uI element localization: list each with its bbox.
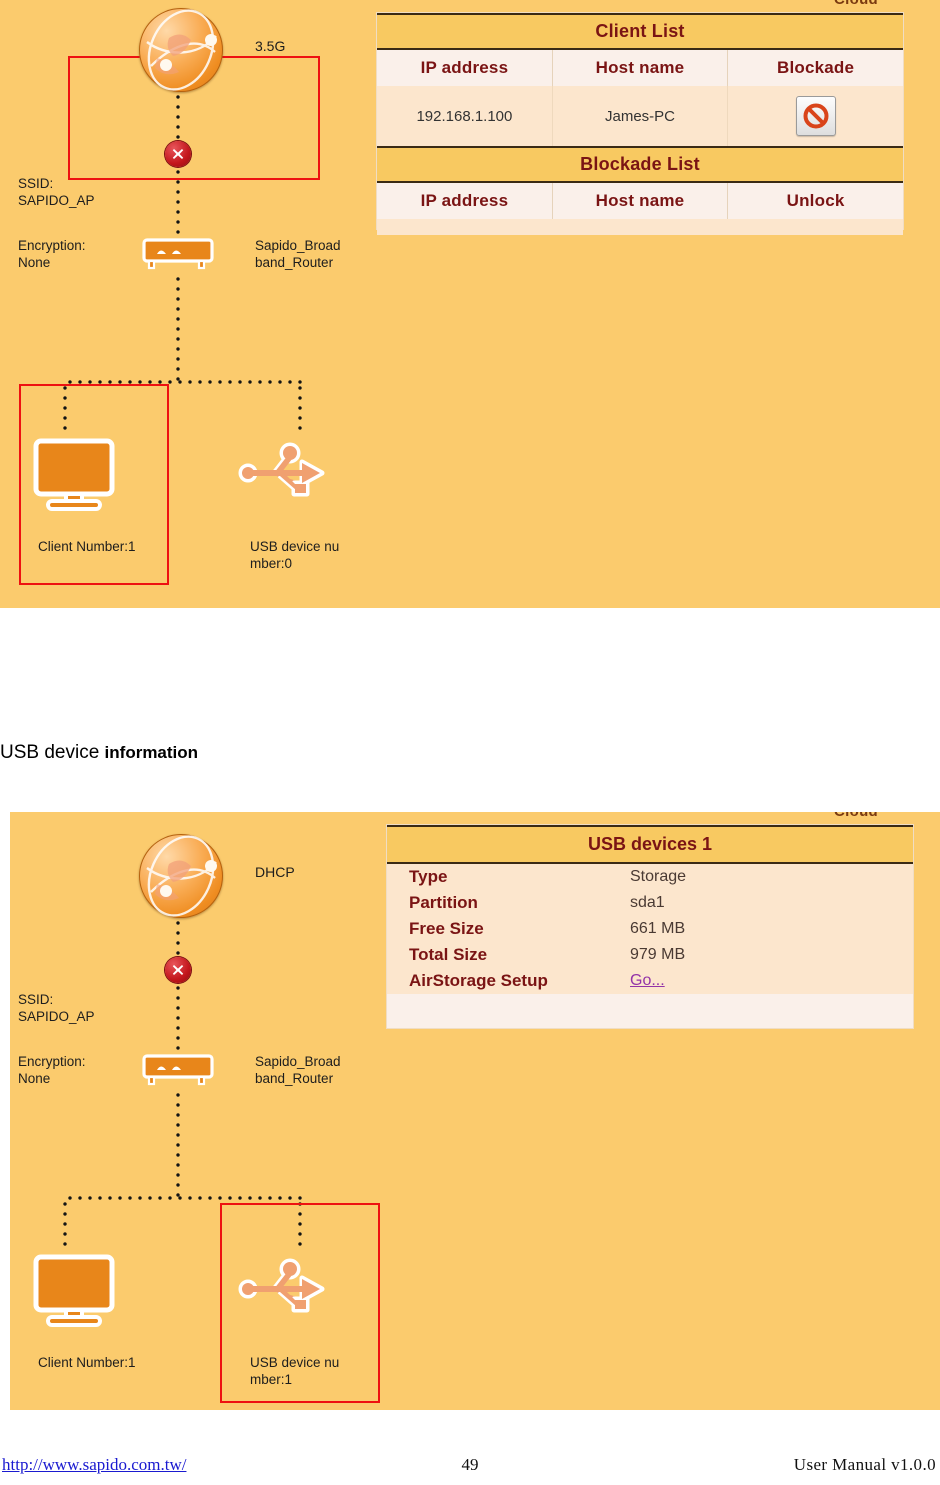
blockade-list-title: Blockade List	[377, 146, 903, 183]
caption-regular: USB device	[0, 742, 105, 763]
router-icon	[141, 1054, 215, 1088]
router-name-label: Sapido_Broad band_Router	[255, 1054, 341, 1086]
client-list-card: Client List IP address Host name Blockad…	[376, 12, 904, 235]
client-list-title: Client List	[377, 13, 903, 50]
network-topology-panel-two: Cloud DHCP SSID: SAPIDO_AP Encryption: N…	[10, 812, 940, 1410]
usb-value-partition: sda1	[624, 890, 913, 916]
router-name-label: Sapido_Broad band_Router	[255, 238, 341, 270]
client-number-label: Client Number:1	[38, 539, 136, 554]
usb-field-row: Partition sda1	[387, 890, 913, 916]
client-list-table: Client List IP address Host name Blockad…	[377, 13, 903, 235]
client-monitor-icon	[32, 437, 116, 517]
table-row: 192.168.1.100 James-PC	[377, 86, 903, 147]
usb-key-airstorage-setup: AirStorage Setup	[387, 968, 624, 994]
link-router-to-bus	[175, 1090, 181, 1200]
usb-value-type: Storage	[624, 863, 913, 890]
cell-ip-address: 192.168.1.100	[377, 86, 553, 147]
network-topology-panel-one: Cloud 3.5G SSID: SAPIDO_AP Encryption: N…	[0, 0, 940, 608]
usb-devices-table: USB devices 1 Type Storage Partition sda…	[387, 825, 913, 994]
usb-devices-title: USB devices 1	[387, 825, 913, 864]
col-block-ip-address: IP address	[377, 182, 553, 219]
footer-version: User Manual v1.0.0	[793, 1455, 936, 1474]
encryption-label: Encryption: None	[18, 238, 86, 270]
blockade-list-empty-row	[377, 219, 903, 235]
ssid-label: SSID: SAPIDO_AP	[18, 992, 95, 1024]
wan-type-label: 3.5G	[255, 38, 286, 54]
ssid-label: SSID: SAPIDO_AP	[18, 176, 95, 208]
usb-device-icon	[234, 1256, 330, 1322]
col-unlock: Unlock	[727, 182, 903, 219]
internet-globe-icon	[139, 8, 223, 92]
disconnected-x-icon	[165, 957, 191, 983]
client-list-title-row: Client List	[377, 13, 903, 50]
usb-field-row: Total Size 979 MB	[387, 942, 913, 968]
encryption-label: Encryption: None	[18, 1054, 86, 1086]
blockade-list-title-row: Blockade List	[377, 146, 903, 183]
caption-bold: information	[104, 743, 199, 762]
usb-setup-row: AirStorage Setup Go...	[387, 968, 913, 994]
link-bus-horizontal	[65, 1195, 303, 1201]
col-block-host-name: Host name	[552, 182, 729, 219]
link-x-to-router	[175, 983, 181, 1053]
cloud-label: Cloud	[834, 812, 878, 820]
airstorage-go-link[interactable]: Go...	[630, 972, 665, 989]
usb-key-total-size: Total Size	[387, 942, 624, 968]
link-bus-to-usb	[297, 383, 303, 431]
usb-value-free-size: 661 MB	[624, 916, 913, 942]
usb-field-row: Type Storage	[387, 863, 913, 890]
client-list-header-row: IP address Host name Blockade	[377, 49, 903, 86]
usb-value-airstorage-setup: Go...	[624, 968, 913, 994]
col-ip-address: IP address	[377, 49, 553, 86]
link-x-to-router	[175, 167, 181, 237]
col-host-name: Host name	[552, 49, 729, 86]
usb-value-total-size: 979 MB	[624, 942, 913, 968]
usb-key-partition: Partition	[387, 890, 624, 916]
client-number-label: Client Number:1	[38, 1355, 136, 1370]
page-footer: http://www.sapido.com.tw/ 49 User Manual…	[0, 1455, 940, 1481]
usb-devices-title-row: USB devices 1	[387, 825, 913, 864]
blockade-empty-cell	[377, 219, 903, 235]
usb-key-type: Type	[387, 863, 624, 890]
internet-globe-icon	[139, 834, 223, 918]
section-caption: USB device information	[0, 742, 198, 764]
usb-key-free-size: Free Size	[387, 916, 624, 942]
usb-devices-card: USB devices 1 Type Storage Partition sda…	[386, 824, 914, 1029]
prohibition-icon	[803, 103, 829, 129]
link-bus-to-client	[62, 1199, 68, 1247]
client-monitor-icon	[32, 1253, 116, 1333]
cloud-label: Cloud	[834, 0, 878, 8]
blockade-list-header-row: IP address Host name Unlock	[377, 182, 903, 219]
usb-field-row: Free Size 661 MB	[387, 916, 913, 942]
blockade-button[interactable]	[795, 96, 836, 136]
router-icon	[141, 238, 215, 272]
cell-host-name: James-PC	[552, 86, 729, 147]
col-blockade: Blockade	[727, 49, 903, 86]
usb-device-icon	[234, 440, 330, 506]
usb-number-label: USB device nu mber:1	[250, 1355, 340, 1387]
usb-number-label: USB device nu mber:0	[250, 539, 340, 571]
wan-type-label: DHCP	[255, 864, 295, 880]
link-router-to-bus	[175, 274, 181, 384]
link-globe-to-x	[175, 92, 181, 142]
disconnected-x-icon	[165, 141, 191, 167]
cell-blockade	[727, 86, 903, 147]
